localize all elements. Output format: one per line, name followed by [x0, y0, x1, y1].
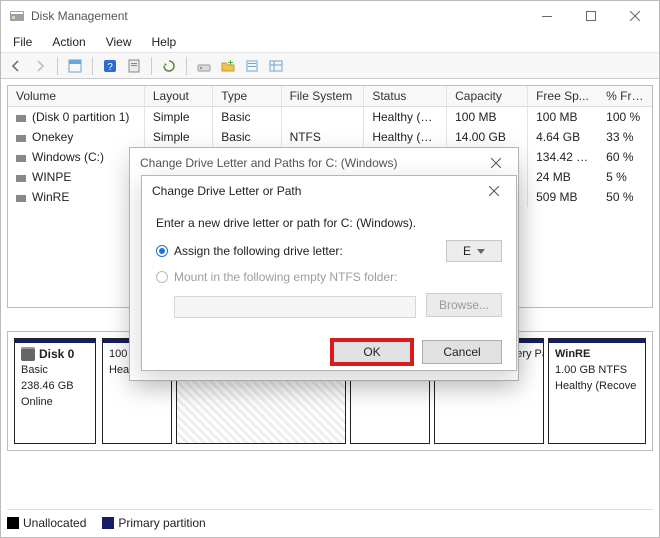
volume-icon	[16, 154, 26, 162]
dialog2-cancel-button[interactable]: Cancel	[422, 340, 502, 364]
col-capacity[interactable]: Capacity	[447, 86, 528, 106]
dialog2-close-icon[interactable]	[476, 179, 512, 203]
minimize-button[interactable]	[525, 2, 569, 30]
radio-assign-label: Assign the following drive letter:	[174, 244, 343, 258]
col-pctfree[interactable]: % Free	[598, 86, 652, 106]
panel-view-icon[interactable]	[64, 55, 86, 77]
detail-view-icon[interactable]	[265, 55, 287, 77]
new-folder-icon[interactable]	[217, 55, 239, 77]
properties-icon[interactable]	[123, 55, 145, 77]
menu-action[interactable]: Action	[42, 32, 95, 52]
chevron-down-icon	[477, 249, 485, 254]
settings-list-icon[interactable]	[241, 55, 263, 77]
drive-letter-select[interactable]: E	[446, 240, 502, 262]
disk-details: Basic 238.46 GB Online	[15, 361, 95, 417]
window-titlebar: Disk Management	[1, 1, 659, 31]
legend-unallocated: Unallocated	[7, 516, 86, 530]
volume-list-header: Volume Layout Type File System Status Ca…	[8, 86, 652, 107]
back-icon[interactable]	[5, 55, 27, 77]
refresh-icon[interactable]	[158, 55, 180, 77]
dialog1-close-icon[interactable]	[478, 151, 514, 175]
window-title: Disk Management	[31, 9, 128, 23]
disk-icon	[21, 347, 35, 361]
ntfs-folder-input	[174, 296, 416, 318]
disk-info-box[interactable]: Disk 0 Basic 238.46 GB Online	[14, 338, 96, 444]
radio-mount-folder[interactable]	[156, 271, 168, 283]
col-layout[interactable]: Layout	[145, 86, 213, 106]
legend: Unallocated Primary partition	[7, 509, 653, 531]
col-volume[interactable]: Volume	[8, 86, 145, 106]
radio-assign-letter[interactable]	[156, 245, 168, 257]
volume-icon	[16, 114, 26, 122]
dialog2-prompt: Enter a new drive letter or path for C: …	[156, 216, 502, 230]
table-row[interactable]: (Disk 0 partition 1)SimpleBasicHealthy (…	[8, 107, 652, 127]
rescan-icon[interactable]	[193, 55, 215, 77]
menu-file[interactable]: File	[3, 32, 42, 52]
help-icon[interactable]: ?	[99, 55, 121, 77]
forward-icon[interactable]	[29, 55, 51, 77]
toolbar: ?	[1, 53, 659, 79]
col-status[interactable]: Status	[364, 86, 447, 106]
dialog1-title: Change Drive Letter and Paths for C: (Wi…	[140, 156, 478, 170]
window-controls	[525, 2, 657, 30]
disk-type: Basic	[21, 363, 89, 379]
volume-icon	[16, 174, 26, 182]
disk-label: Disk 0	[39, 347, 74, 361]
col-freespace[interactable]: Free Sp...	[528, 86, 598, 106]
disk-size: 238.46 GB	[21, 379, 89, 395]
dialog-change-letter: Change Drive Letter or Path Enter a new …	[141, 175, 517, 371]
volume-icon	[16, 194, 26, 202]
svg-text:?: ?	[107, 62, 113, 73]
radio-mount-label: Mount in the following empty NTFS folder…	[174, 270, 397, 284]
maximize-button[interactable]	[569, 2, 613, 30]
dialog2-title: Change Drive Letter or Path	[152, 184, 476, 198]
menu-help[interactable]: Help	[142, 32, 187, 52]
menubar: File Action View Help	[1, 31, 659, 53]
legend-primary: Primary partition	[102, 516, 205, 530]
browse-button: Browse...	[426, 293, 502, 317]
partition-box[interactable]: WinRE1.00 GB NTFSHealthy (Recove	[548, 338, 646, 444]
col-filesystem[interactable]: File System	[282, 86, 365, 106]
menu-view[interactable]: View	[96, 32, 142, 52]
drive-letter-value: E	[463, 244, 471, 258]
col-type[interactable]: Type	[213, 86, 281, 106]
disk-state: Online	[21, 395, 89, 411]
close-button[interactable]	[613, 2, 657, 30]
table-row[interactable]: OnekeySimpleBasicNTFSHealthy (R...14.00 …	[8, 127, 652, 147]
dialog2-ok-button[interactable]: OK	[332, 340, 412, 364]
volume-icon	[16, 134, 26, 142]
app-icon	[9, 8, 25, 24]
